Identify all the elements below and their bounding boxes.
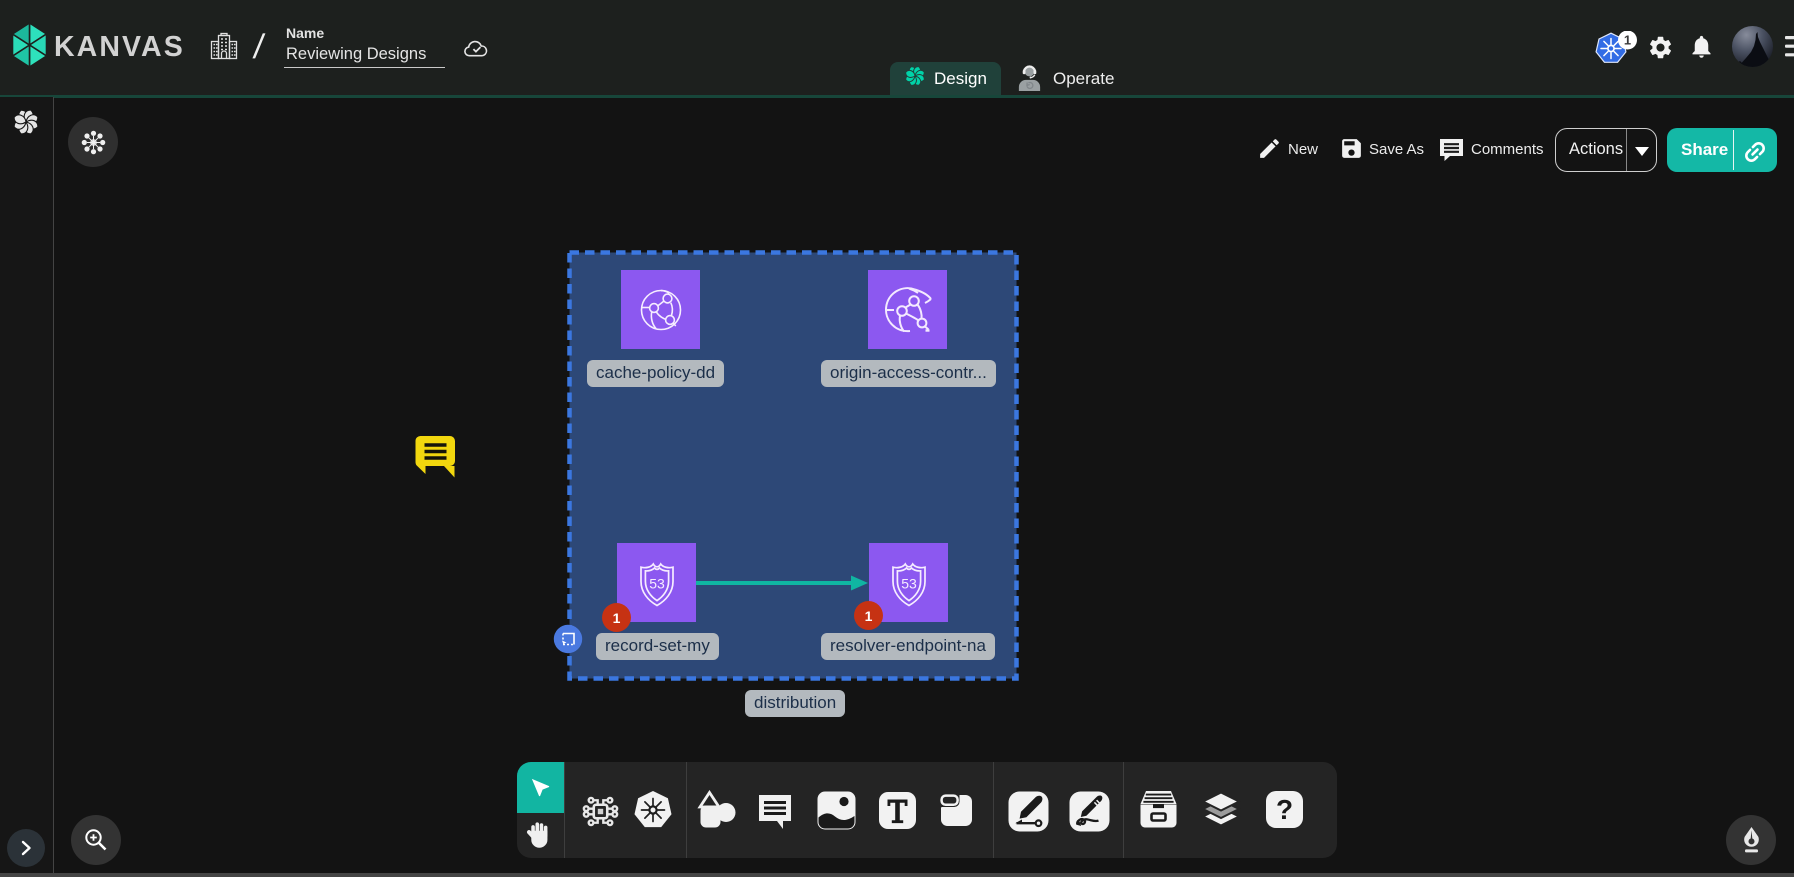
svg-text:53: 53: [649, 575, 665, 591]
svg-text:53: 53: [901, 575, 917, 591]
svg-text:1: 1: [1624, 33, 1631, 48]
svg-text:?: ?: [1276, 794, 1293, 825]
